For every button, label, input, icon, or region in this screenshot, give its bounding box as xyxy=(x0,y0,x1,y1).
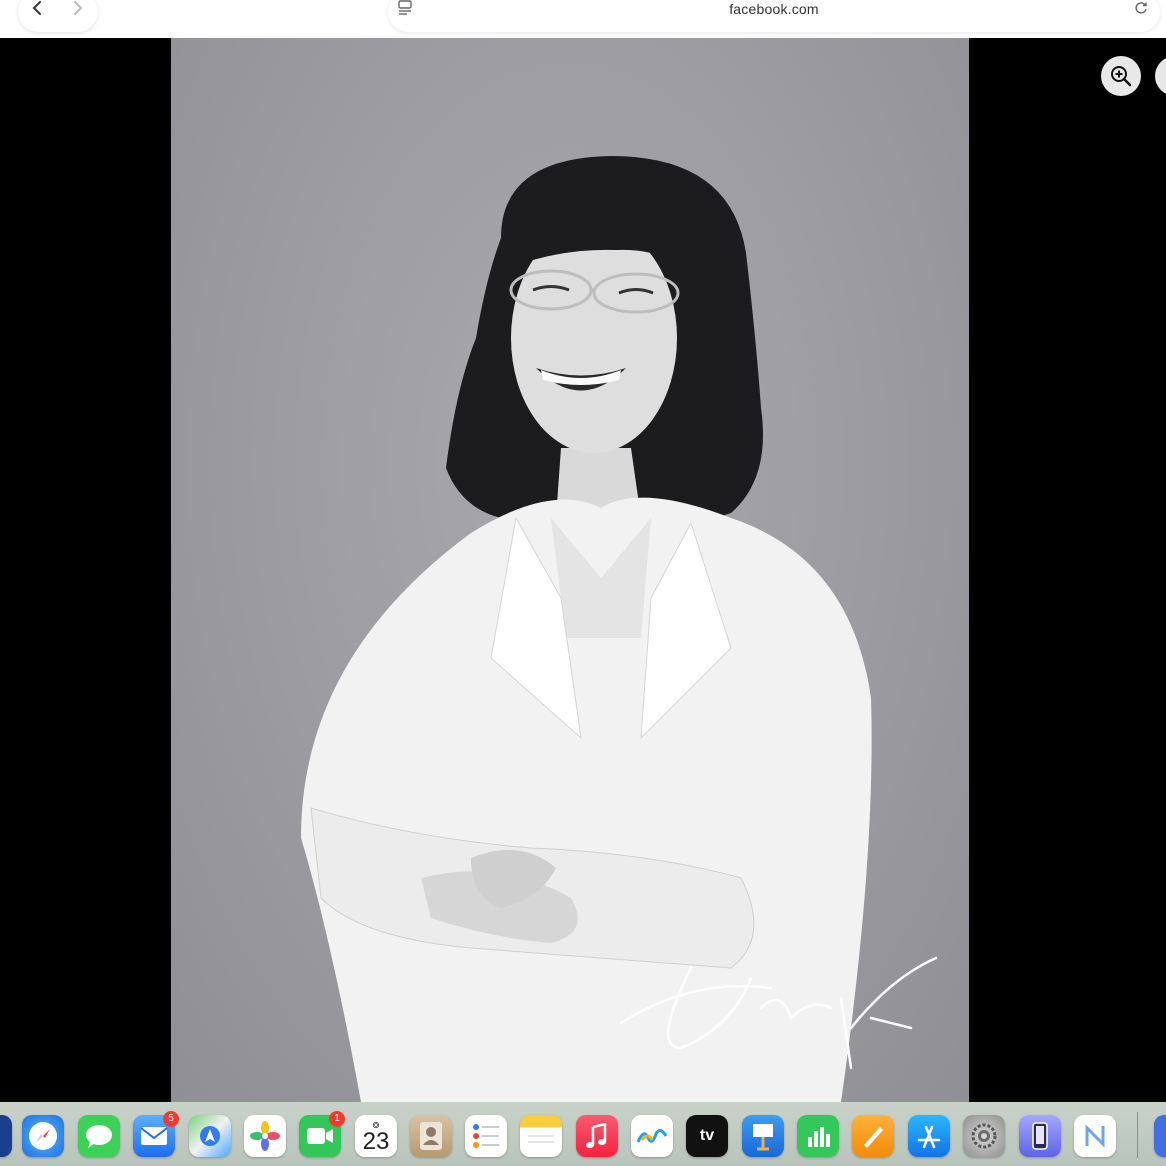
app-store-icon[interactable] xyxy=(908,1115,950,1157)
photos-icon[interactable] xyxy=(244,1115,286,1157)
system-settings-icon[interactable] xyxy=(963,1115,1005,1157)
reload-icon[interactable] xyxy=(1134,1,1148,15)
apple-tv-icon[interactable]: tv xyxy=(686,1115,728,1157)
facetime-badge: 1 xyxy=(329,1111,345,1127)
portrait-illustration xyxy=(301,156,938,1102)
maps-icon[interactable] xyxy=(189,1115,231,1157)
calendar-day: 23 xyxy=(362,1127,390,1155)
photo-viewer xyxy=(0,38,1166,1102)
iphone-mirroring-icon[interactable] xyxy=(1019,1115,1061,1157)
url-text[interactable]: facebook.com xyxy=(388,1,1160,17)
notion-style-app-icon[interactable] xyxy=(1074,1115,1116,1157)
music-icon[interactable] xyxy=(576,1115,618,1157)
contacts-icon[interactable] xyxy=(410,1115,452,1157)
numbers-icon[interactable] xyxy=(797,1115,839,1157)
chevron-left-icon xyxy=(32,1,41,15)
forward-button[interactable] xyxy=(58,0,98,24)
pages-icon[interactable] xyxy=(852,1115,894,1157)
chevron-right-icon xyxy=(74,1,83,15)
zoom-in-button[interactable] xyxy=(1101,56,1141,96)
browser-toolbar: facebook.com xyxy=(0,0,1166,39)
portrait-photo xyxy=(171,38,969,1102)
calendar-icon[interactable]: ❂ 23 xyxy=(355,1115,397,1157)
finder-icon[interactable] xyxy=(0,1115,12,1157)
messages-icon[interactable] xyxy=(78,1115,120,1157)
address-bar[interactable]: facebook.com xyxy=(388,0,1160,32)
dock: 5 1 ❂ 23 tv xyxy=(0,1102,1166,1166)
freeform-icon[interactable] xyxy=(631,1115,673,1157)
reminders-icon[interactable] xyxy=(465,1115,507,1157)
more-options-button[interactable] xyxy=(1155,56,1166,96)
navigation-buttons xyxy=(18,0,98,32)
back-button[interactable] xyxy=(18,0,58,24)
dock-divider xyxy=(1137,1112,1138,1158)
apple-tv-label: tv xyxy=(699,1127,715,1144)
keynote-icon[interactable] xyxy=(742,1115,784,1157)
zoom-in-icon xyxy=(1111,66,1132,87)
mail-badge: 5 xyxy=(163,1111,179,1127)
notes-icon[interactable] xyxy=(520,1115,562,1157)
downloads-stack-icon[interactable] xyxy=(1154,1115,1166,1157)
safari-icon[interactable] xyxy=(22,1115,64,1157)
